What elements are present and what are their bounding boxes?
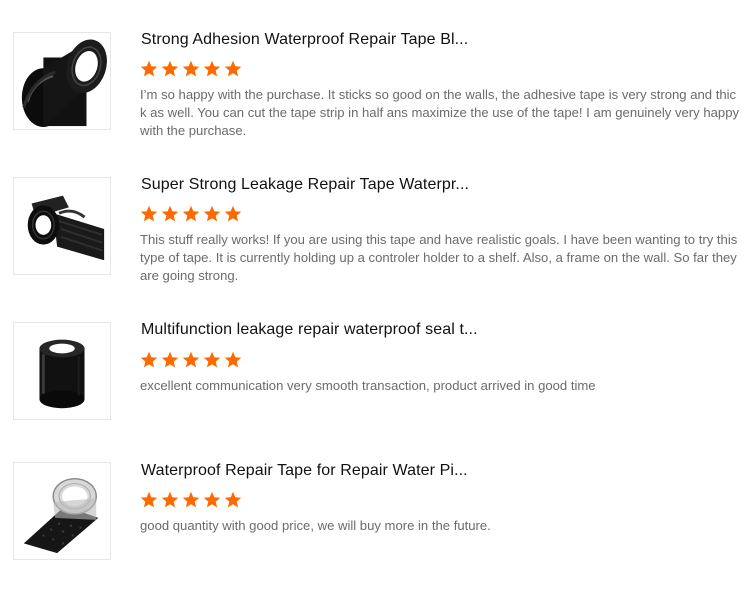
rating-stars <box>140 351 242 369</box>
textured-tape-roll-image <box>23 477 99 554</box>
black-tape-roll-image <box>21 39 107 128</box>
star-icon <box>224 60 242 78</box>
star-icon <box>140 351 158 369</box>
product-title[interactable]: Strong Adhesion Waterproof Repair Tape B… <box>141 31 468 49</box>
product-title[interactable]: Multifunction leakage repair waterproof … <box>141 321 478 339</box>
star-icon <box>224 351 242 369</box>
star-icon <box>161 205 179 223</box>
star-icon <box>182 491 200 509</box>
star-icon <box>182 205 200 223</box>
star-icon <box>161 351 179 369</box>
rating-stars <box>140 60 242 78</box>
star-icon <box>203 205 221 223</box>
review-text: This stuff really works! If you are usin… <box>140 232 738 284</box>
unrolled-black-tape-image <box>27 195 105 261</box>
product-thumbnail[interactable] <box>13 177 111 275</box>
star-icon <box>182 351 200 369</box>
star-icon <box>140 60 158 78</box>
black-tape-roll-image <box>39 339 85 409</box>
product-thumbnail[interactable] <box>13 322 111 420</box>
star-icon <box>203 351 221 369</box>
product-thumbnail[interactable] <box>13 32 111 130</box>
star-icon <box>224 205 242 223</box>
star-icon <box>182 60 200 78</box>
product-title[interactable]: Waterproof Repair Tape for Repair Water … <box>141 462 468 480</box>
product-thumbnail[interactable] <box>13 462 111 560</box>
review-text: I’m so happy with the purchase. It stick… <box>140 87 740 139</box>
review-text: excellent communication very smooth tran… <box>140 378 596 393</box>
review-text: good quantity with good price, we will b… <box>140 518 491 533</box>
rating-stars <box>140 205 242 223</box>
star-icon <box>224 491 242 509</box>
star-icon <box>140 205 158 223</box>
star-icon <box>161 60 179 78</box>
star-icon <box>161 491 179 509</box>
star-icon <box>203 60 221 78</box>
rating-stars <box>140 491 242 509</box>
star-icon <box>140 491 158 509</box>
product-title[interactable]: Super Strong Leakage Repair Tape Waterpr… <box>141 176 469 194</box>
star-icon <box>203 491 221 509</box>
